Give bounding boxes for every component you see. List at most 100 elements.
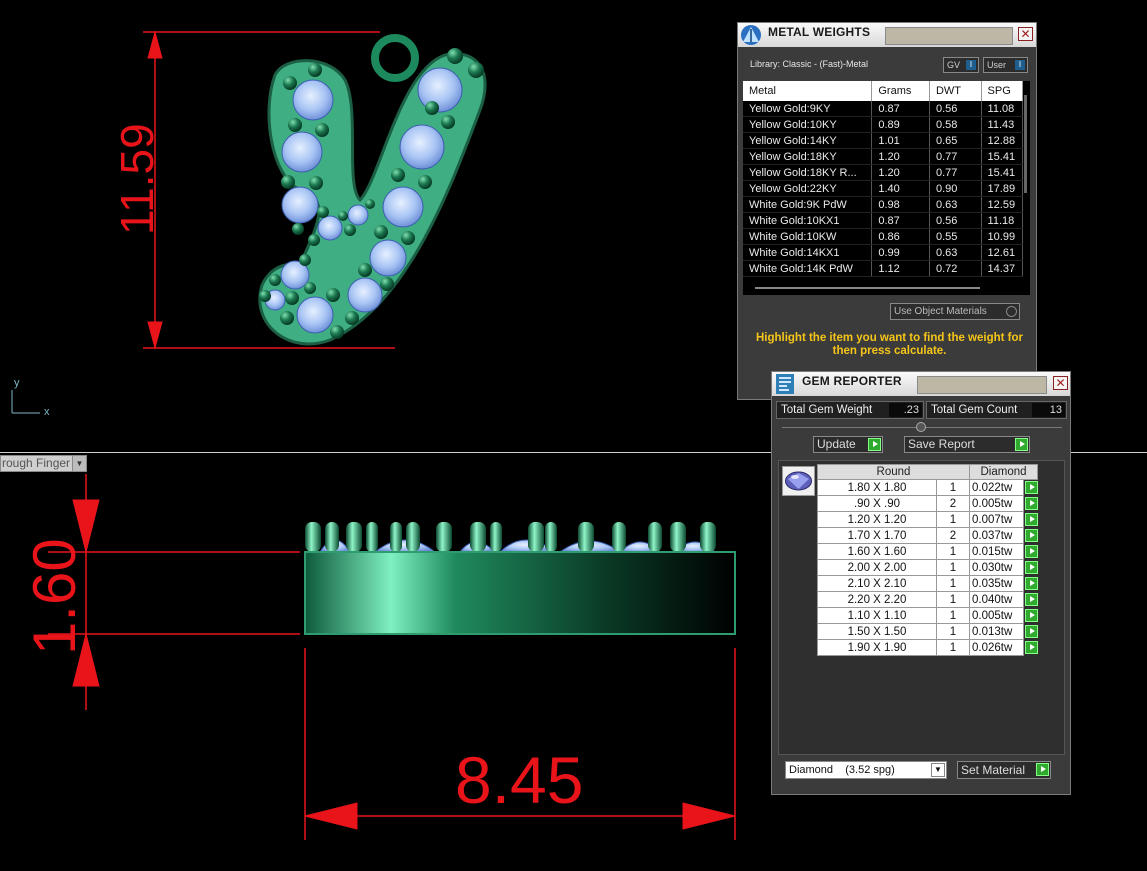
metal-weights-title: METAL WEIGHTS xyxy=(768,25,871,39)
gem-weight: 0.005tw xyxy=(969,607,1024,624)
table-row[interactable]: Yellow Gold:14KY 1.01 0.65 12.88 xyxy=(743,132,1024,149)
spg-cell: 15.41 xyxy=(981,164,1024,181)
col-header-round[interactable]: Round xyxy=(817,464,970,480)
row-select-arrow-icon[interactable] xyxy=(1025,593,1038,606)
material-select[interactable]: Diamond (3.52 spg) ▼ xyxy=(785,761,947,779)
row-select-arrow-icon[interactable] xyxy=(1025,481,1038,494)
table-row[interactable]: 1.60 X 1.60 1 0.015tw xyxy=(817,543,1038,560)
user-toggle[interactable]: User I xyxy=(983,57,1028,73)
save-report-button[interactable]: Save Report xyxy=(904,436,1030,453)
metal-table-vscroll[interactable] xyxy=(1024,95,1027,193)
metal-name: White Gold:10KW xyxy=(743,228,873,245)
use-object-materials-toggle[interactable]: Use Object Materials xyxy=(890,303,1020,320)
table-row[interactable]: 1.50 X 1.50 1 0.013tw xyxy=(817,623,1038,640)
row-select-arrow-icon[interactable] xyxy=(1025,641,1038,654)
table-row[interactable]: 1.90 X 1.90 1 0.026tw xyxy=(817,639,1038,656)
table-row[interactable]: White Gold:14KX1 0.99 0.63 12.61 xyxy=(743,244,1024,261)
table-row[interactable]: 1.70 X 1.70 2 0.037tw xyxy=(817,527,1038,544)
diamond-gem-icon[interactable] xyxy=(782,466,815,496)
col-header-dwt[interactable]: DWT xyxy=(929,81,982,101)
metal-table-hscroll[interactable] xyxy=(755,287,980,289)
table-row[interactable]: Yellow Gold:18KY R... 1.20 0.77 15.41 xyxy=(743,164,1024,181)
gem-count: 1 xyxy=(936,623,970,640)
table-row[interactable]: 1.80 X 1.80 1 0.022tw xyxy=(817,479,1038,496)
chevron-down-icon[interactable]: ▼ xyxy=(931,763,945,777)
title-drag-area[interactable] xyxy=(917,376,1047,394)
dwt-cell: 0.72 xyxy=(929,260,982,277)
update-button[interactable]: Update xyxy=(813,436,883,453)
table-row[interactable]: White Gold:9K PdW 0.98 0.63 12.59 xyxy=(743,196,1024,213)
metal-name: Yellow Gold:22KY xyxy=(743,180,873,197)
table-row[interactable]: Yellow Gold:9KY 0.87 0.56 11.08 xyxy=(743,101,1024,117)
total-gem-weight-label: Total Gem Weight xyxy=(781,404,873,416)
set-material-button[interactable]: Set Material xyxy=(957,761,1051,779)
gem-table-header: Round Diamond xyxy=(817,464,1038,480)
table-row[interactable]: 2.00 X 2.00 1 0.030tw xyxy=(817,559,1038,576)
table-row[interactable]: 1.10 X 1.10 1 0.005tw xyxy=(817,607,1038,624)
gem-reporter-title: GEM REPORTER xyxy=(802,374,902,388)
row-select-arrow-icon[interactable] xyxy=(1025,529,1038,542)
row-select-arrow-icon[interactable] xyxy=(1025,625,1038,638)
material-select-value: Diamond (3.52 spg) xyxy=(789,764,895,776)
col-header-grams[interactable]: Grams xyxy=(871,81,930,101)
metal-name: White Gold:9K PdW xyxy=(743,196,873,213)
close-icon[interactable]: ✕ xyxy=(1018,27,1033,41)
table-row[interactable]: White Gold:10KW 0.86 0.55 10.99 xyxy=(743,228,1024,245)
title-drag-area[interactable] xyxy=(885,27,1013,45)
gem-weight: 0.022tw xyxy=(969,479,1024,496)
spg-cell: 14.37 xyxy=(981,260,1024,277)
col-header-metal[interactable]: Metal xyxy=(743,81,873,101)
chevron-down-icon[interactable]: ▼ xyxy=(72,456,86,471)
table-row[interactable]: Yellow Gold:18KY 1.20 0.77 15.41 xyxy=(743,148,1024,165)
grams-cell: 0.86 xyxy=(871,228,930,245)
gem-weight: 0.026tw xyxy=(969,639,1024,656)
table-row[interactable]: 2.20 X 2.20 1 0.040tw xyxy=(817,591,1038,608)
spg-cell: 12.61 xyxy=(981,244,1024,261)
table-row[interactable]: White Gold:14K PdW 1.12 0.72 14.37 xyxy=(743,260,1024,277)
user-toggle-label: User xyxy=(987,60,1007,70)
row-select-arrow-icon[interactable] xyxy=(1025,577,1038,590)
row-select-arrow-icon[interactable] xyxy=(1025,497,1038,510)
table-row[interactable]: Yellow Gold:22KY 1.40 0.90 17.89 xyxy=(743,180,1024,197)
row-select-arrow-icon[interactable] xyxy=(1025,561,1038,574)
gem-reporter-titlebar[interactable]: GEM REPORTER ✕ xyxy=(772,372,1070,396)
gem-size: 2.10 X 2.10 xyxy=(817,575,937,592)
spg-cell: 10.99 xyxy=(981,228,1024,245)
dwt-cell: 0.63 xyxy=(929,244,982,261)
row-select-arrow-icon[interactable] xyxy=(1025,609,1038,622)
total-gem-weight-field: Total Gem Weight .23 xyxy=(776,401,924,419)
metal-weights-panel: METAL WEIGHTS ✕ Library: Classic - (Fast… xyxy=(737,22,1037,400)
gv-toggle-label: GV xyxy=(947,60,961,70)
gem-weight: 0.015tw xyxy=(969,543,1024,560)
metal-weights-titlebar[interactable]: METAL WEIGHTS ✕ xyxy=(738,23,1036,47)
gv-toggle[interactable]: GV I xyxy=(943,57,979,73)
gem-weight: 0.013tw xyxy=(969,623,1024,640)
col-header-spg[interactable]: SPG xyxy=(981,81,1024,101)
row-select-arrow-icon[interactable] xyxy=(1025,513,1038,526)
gem-size: 1.10 X 1.10 xyxy=(817,607,937,624)
grams-cell: 1.40 xyxy=(871,180,930,197)
gem-size: 2.20 X 2.20 xyxy=(817,591,937,608)
total-gem-count-value: 13 xyxy=(1032,403,1065,417)
spg-cell: 17.89 xyxy=(981,180,1024,197)
metal-table-container[interactable]: Metal Grams DWT SPG Yellow Gold:9KY 0.87 0… xyxy=(743,81,1030,295)
gem-count: 1 xyxy=(936,511,970,528)
table-row[interactable]: White Gold:10KX1 0.87 0.56 11.18 xyxy=(743,212,1024,229)
use-object-materials-label: Use Object Materials xyxy=(894,306,987,317)
table-row[interactable]: 1.20 X 1.20 1 0.007tw xyxy=(817,511,1038,528)
side-band xyxy=(304,551,736,635)
gem-count: 1 xyxy=(936,479,970,496)
row-select-arrow-icon[interactable] xyxy=(1025,545,1038,558)
spg-cell: 15.41 xyxy=(981,148,1024,165)
collapse-knob-icon[interactable] xyxy=(916,422,926,432)
axis-y-label: y xyxy=(14,377,20,389)
view-mode-dropdown[interactable]: rough Finger ▼ xyxy=(0,455,87,472)
close-icon[interactable]: ✕ xyxy=(1053,376,1068,390)
gem-count: 1 xyxy=(936,607,970,624)
table-row[interactable]: 2.10 X 2.10 1 0.035tw xyxy=(817,575,1038,592)
table-row[interactable]: Yellow Gold:10KY 0.89 0.58 11.43 xyxy=(743,116,1024,133)
gem-size: 1.70 X 1.70 xyxy=(817,527,937,544)
gem-count: 1 xyxy=(936,559,970,576)
table-row[interactable]: .90 X .90 2 0.005tw xyxy=(817,495,1038,512)
col-header-diamond[interactable]: Diamond xyxy=(969,464,1038,480)
